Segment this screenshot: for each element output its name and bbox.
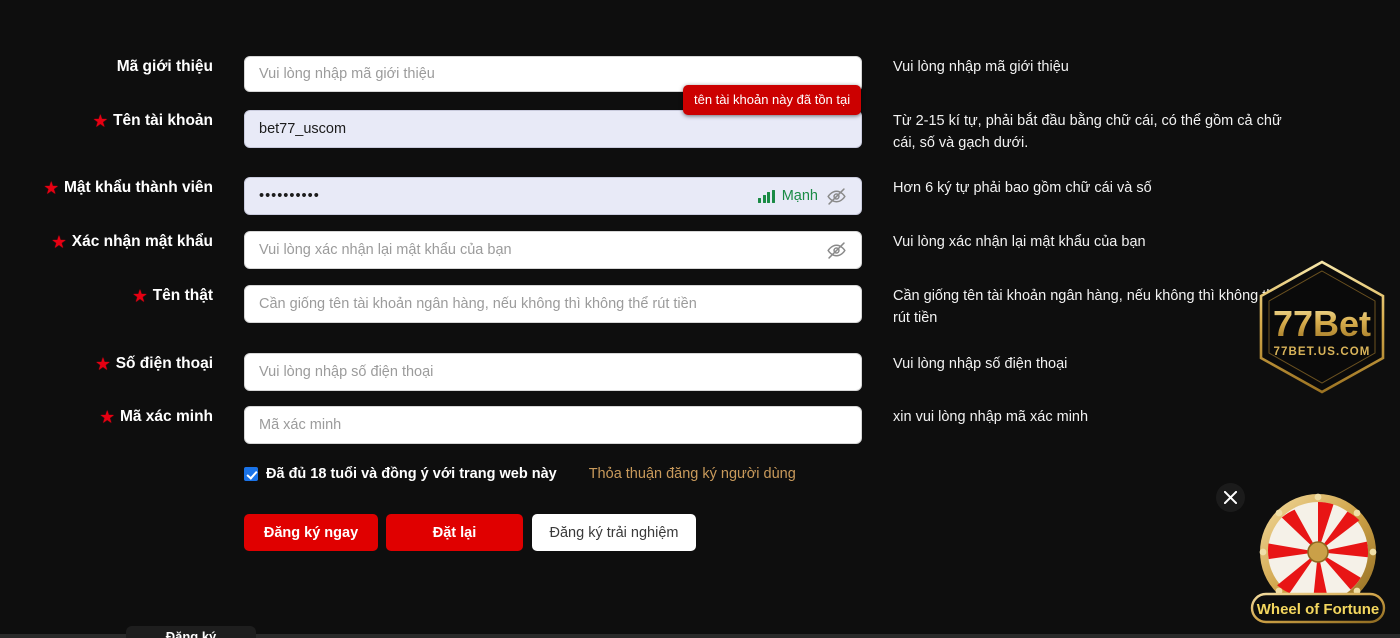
form-row-referral-code: Mã giới thiệu Vui lòng nhập mã giới thiệ… — [0, 56, 1400, 115]
wheel-hub — [1307, 541, 1329, 563]
label-password: ★ Mật khẩu thành viên — [0, 177, 213, 199]
reset-button[interactable]: Đặt lại — [386, 514, 523, 551]
help-password: Hơn 6 ký tự phải bao gồm chữ cái và số — [893, 180, 1152, 196]
help-referral-code: Vui lòng nhập mã giới thiệu — [893, 59, 1069, 75]
input-placeholder: Cần giống tên tài khoản ngân hàng, nếu k… — [259, 296, 697, 312]
label-verification-code: ★ Mã xác minh — [0, 406, 213, 428]
input-placeholder: Vui lòng nhập số điện thoại — [259, 364, 434, 380]
close-icon — [1224, 491, 1237, 504]
label-confirm-password: ★ Xác nhận mật khẩu — [0, 231, 213, 253]
form-row-password: ★ Mật khẩu thành viên •••••••••• Mạnh Hơ… — [0, 177, 1400, 215]
trial-register-button[interactable]: Đăng ký trải nghiệm — [532, 514, 696, 551]
input-value-masked: •••••••••• — [259, 188, 320, 204]
user-agreement-link[interactable]: Thỏa thuận đăng ký người dùng — [589, 466, 796, 482]
input-confirm-password[interactable]: Vui lòng xác nhận lại mật khẩu của bạn — [244, 231, 862, 269]
field-confirm-password: Vui lòng xác nhận lại mật khẩu của bạn — [244, 231, 862, 269]
form-row-username: ★ Tên tài khoản bet77_uscom Từ 2-15 kí t… — [0, 110, 1400, 154]
error-tooltip-username-exists: tên tài khoản này đã tồn tại — [683, 85, 862, 115]
register-now-button[interactable]: Đăng ký ngay — [244, 514, 378, 551]
field-label-text: Mã giới thiệu — [116, 58, 213, 75]
input-placeholder: Mã xác minh — [259, 417, 342, 433]
label-real-name: ★ Tên thật — [0, 285, 213, 307]
close-promo-button[interactable] — [1216, 483, 1245, 512]
required-star-icon: ★ — [44, 179, 58, 197]
label-username: ★ Tên tài khoản — [0, 110, 213, 132]
logo-domain: 77BET.US.COM — [1274, 346, 1371, 358]
input-verification-code[interactable]: Mã xác minh — [244, 406, 862, 444]
field-label-text: Tên tài khoản — [113, 112, 213, 129]
input-value: bet77_uscom — [259, 121, 347, 137]
input-placeholder: Vui lòng nhập mã giới thiệu — [259, 66, 435, 82]
label-phone: ★ Số điện thoại — [0, 353, 213, 375]
label-referral-code: Mã giới thiệu — [0, 56, 213, 78]
field-referral-code: Vui lòng nhập mã giới thiệu tên tài khoả… — [244, 56, 862, 115]
form-row-verification-code: ★ Mã xác minh Mã xác minh xin vui lòng n… — [0, 406, 1400, 444]
wheel-of-fortune-widget[interactable]: Wheel of Fortune — [1240, 486, 1395, 638]
required-star-icon: ★ — [96, 355, 110, 373]
required-star-icon: ★ — [93, 112, 108, 130]
field-label-text: Mã xác minh — [119, 408, 213, 425]
help-real-name: Cần giống tên tài khoản ngân hàng, nếu k… — [893, 288, 1283, 326]
field-phone: Vui lòng nhập số điện thoại — [244, 353, 862, 391]
required-star-icon: ★ — [52, 233, 66, 251]
agreement-row: Đã đủ 18 tuổi và đồng ý với trang web nà… — [244, 466, 796, 482]
signal-bars-icon — [758, 189, 775, 203]
input-real-name[interactable]: Cần giống tên tài khoản ngân hàng, nếu k… — [244, 285, 862, 323]
field-verification-code: Mã xác minh — [244, 406, 862, 444]
logo-wordmark: 77Bet — [1273, 303, 1371, 344]
agreement-label: Đã đủ 18 tuổi và đồng ý với trang web nà… — [266, 466, 557, 482]
wheel-label-text: Wheel of Fortune — [1257, 601, 1380, 618]
registration-page: Mã giới thiệu Vui lòng nhập mã giới thiệ… — [0, 0, 1400, 638]
brand-logo: 77Bet 77BET.US.COM — [1252, 258, 1392, 396]
input-phone[interactable]: Vui lòng nhập số điện thoại — [244, 353, 862, 391]
help-confirm-password: Vui lòng xác nhận lại mật khẩu của bạn — [893, 234, 1146, 250]
eye-off-icon[interactable] — [825, 185, 847, 207]
field-label-text: Số điện thoại — [115, 355, 213, 372]
password-strength-label: Mạnh — [781, 188, 818, 204]
password-strength-indicator: Mạnh — [758, 185, 847, 207]
help-verification-code: xin vui lòng nhập mã xác minh — [893, 409, 1089, 425]
input-username[interactable]: bet77_uscom — [244, 110, 862, 148]
field-label-text: Tên thật — [152, 287, 213, 304]
input-placeholder: Vui lòng xác nhận lại mật khẩu của bạn — [259, 242, 512, 258]
help-username: Từ 2-15 kí tự, phải bắt đầu bằng chữ cái… — [893, 113, 1282, 151]
form-row-confirm-password: ★ Xác nhận mật khẩu Vui lòng xác nhận lạ… — [0, 231, 1400, 269]
eye-off-icon[interactable] — [825, 239, 847, 261]
form-row-real-name: ★ Tên thật Cần giống tên tài khoản ngân … — [0, 285, 1400, 329]
field-password: •••••••••• Mạnh — [244, 177, 862, 215]
input-password[interactable]: •••••••••• Mạnh — [244, 177, 862, 215]
bottom-partial-tab[interactable]: Đăng ký — [126, 626, 256, 638]
required-star-icon: ★ — [133, 287, 147, 305]
field-username: bet77_uscom — [244, 110, 862, 148]
help-phone: Vui lòng nhập số điện thoại — [893, 356, 1068, 372]
form-row-phone: ★ Số điện thoại Vui lòng nhập số điện th… — [0, 353, 1400, 391]
required-star-icon: ★ — [100, 408, 114, 426]
field-label-text: Mật khẩu thành viên — [64, 179, 213, 196]
field-real-name: Cần giống tên tài khoản ngân hàng, nếu k… — [244, 285, 862, 323]
form-actions: Đăng ký ngay Đặt lại Đăng ký trải nghiệm — [244, 514, 696, 551]
field-label-text: Xác nhận mật khẩu — [71, 233, 213, 250]
agreement-checkbox[interactable] — [244, 467, 258, 481]
